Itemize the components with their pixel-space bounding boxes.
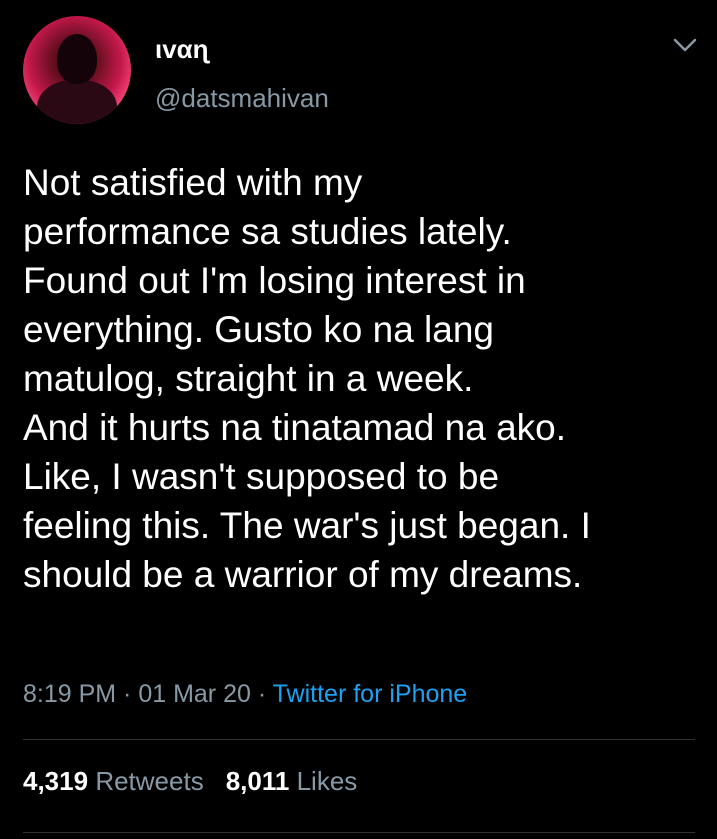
divider	[23, 739, 695, 740]
display-name[interactable]: ιvαɳ	[155, 34, 209, 64]
likes-label: Likes	[296, 766, 358, 796]
divider	[23, 832, 695, 833]
retweets-label: Retweets	[95, 766, 204, 796]
retweets-count: 4,319	[23, 766, 89, 796]
tweet-detail: ιvαɳ @datsmahivan Not satisfied with my …	[0, 0, 717, 839]
tweet-text: Not satisfied with my performance sa stu…	[23, 162, 591, 595]
tweet-time: 8:19 PM	[23, 680, 117, 708]
meta-separator: ·	[250, 680, 273, 708]
user-handle[interactable]: @datsmahivan	[155, 83, 329, 113]
likes-stat[interactable]: 8,011 Likes	[226, 766, 358, 796]
tweet-source-link[interactable]: Twitter for iPhone	[273, 680, 468, 708]
likes-count: 8,011	[225, 766, 290, 796]
avatar[interactable]	[23, 16, 131, 124]
tweet-meta: 8:19 PM · 01 Mar 20 · Twitter for iPhone	[23, 678, 467, 710]
avatar-silhouette-body	[37, 80, 117, 124]
chevron-down-icon[interactable]	[672, 36, 698, 54]
meta-separator: ·	[116, 680, 139, 708]
tweet-date: 01 Mar 20	[138, 680, 251, 708]
tweet-stats: 4,319 Retweets 8,011 Likes	[23, 764, 357, 798]
avatar-silhouette-head	[57, 34, 97, 84]
retweets-stat[interactable]: 4,319 Retweets	[23, 766, 204, 796]
